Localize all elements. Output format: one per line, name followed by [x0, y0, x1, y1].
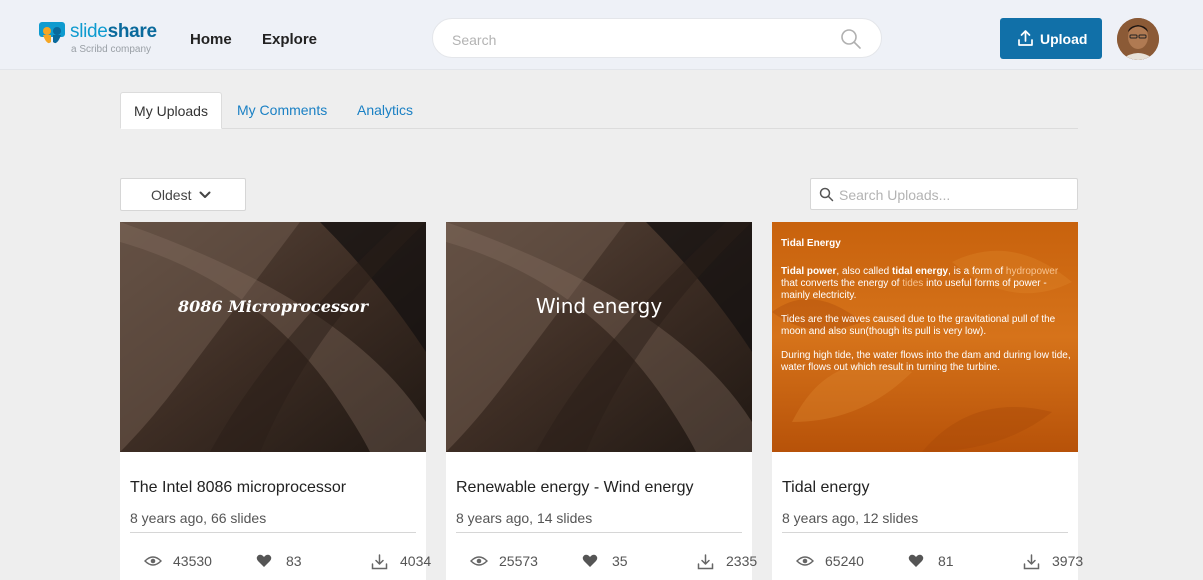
card-meta: 8 years ago, 14 slides [456, 510, 593, 526]
likes-count: 81 [938, 553, 954, 569]
slide-paragraph: Tides are the waves caused due to the gr… [781, 314, 1056, 337]
slide-background-image [446, 222, 752, 452]
user-avatar[interactable] [1117, 18, 1159, 60]
eye-icon [144, 556, 162, 566]
upload-card[interactable]: Tidal Energy Tidal power, also called ti… [772, 222, 1083, 580]
search-uploads-input[interactable]: Search Uploads... [810, 178, 1078, 210]
card-thumbnail[interactable]: Wind energy [446, 222, 752, 452]
card-title[interactable]: The Intel 8086 microprocessor [130, 479, 346, 497]
upload-icon [1018, 30, 1033, 46]
sort-dropdown[interactable]: Oldest [120, 178, 246, 211]
downloads-count: 4034 [400, 553, 432, 569]
eye-icon [796, 556, 814, 566]
card-divider [130, 532, 416, 533]
tab-my-comments[interactable]: My Comments [237, 92, 327, 129]
views-count: 25573 [499, 553, 538, 569]
search-icon[interactable] [839, 27, 863, 51]
nav-home-link[interactable]: Home [190, 31, 232, 48]
logo-tagline: a Scribd company [71, 44, 152, 55]
heart-icon [582, 554, 598, 567]
user-avatar-image [1117, 18, 1159, 60]
slide-title-text: Wind energy [535, 294, 663, 318]
heart-icon [256, 554, 272, 567]
slide-background-image [120, 222, 426, 452]
heart-icon [908, 554, 924, 567]
slideshare-logo-icon [39, 22, 65, 44]
downloads-count: 3973 [1052, 553, 1084, 569]
tab-analytics[interactable]: Analytics [357, 92, 413, 129]
likes-count: 35 [612, 553, 628, 569]
upload-button[interactable]: Upload [1000, 18, 1102, 59]
card-title[interactable]: Tidal energy [782, 479, 869, 497]
views-count: 65240 [825, 553, 864, 569]
views-count: 43530 [173, 553, 212, 569]
download-icon [371, 554, 388, 570]
slideshare-logo[interactable]: slideshare a Scribd company [38, 15, 168, 55]
card-title[interactable]: Renewable energy - Wind energy [456, 479, 693, 497]
chevron-down-icon [199, 191, 211, 198]
logo-wordmark: slideshare [70, 21, 157, 42]
likes-count: 83 [286, 553, 302, 569]
slide-title-text: 8086 Microprocessor [177, 297, 369, 316]
sort-selected-label: Oldest [151, 187, 192, 203]
card-thumbnail[interactable]: Tidal Energy Tidal power, also called ti… [772, 222, 1078, 452]
search-uploads-placeholder: Search Uploads... [839, 187, 951, 203]
search-icon [819, 187, 834, 202]
slide-text: Tidal Energy Tidal power, also called ti… [781, 238, 1073, 386]
slide-paragraph: Tidal power, also called tidal energy, i… [781, 266, 1059, 301]
slide-paragraph: During high tide, the water flows into t… [781, 350, 1071, 373]
upload-card[interactable]: Wind energy Renewable energy - Wind ener… [446, 222, 757, 580]
card-thumbnail[interactable]: 8086 Microprocessor [120, 222, 426, 452]
card-divider [456, 532, 742, 533]
eye-icon [470, 556, 488, 566]
tab-my-uploads[interactable]: My Uploads [120, 92, 222, 129]
download-icon [1023, 554, 1040, 570]
card-meta: 8 years ago, 66 slides [130, 510, 267, 526]
downloads-count: 2335 [726, 553, 758, 569]
upload-card[interactable]: 8086 Microprocessor The Intel 8086 micro… [120, 222, 431, 580]
nav-explore-link[interactable]: Explore [262, 31, 317, 48]
card-meta: 8 years ago, 12 slides [782, 510, 919, 526]
search-input[interactable]: Search [432, 18, 882, 58]
search-placeholder: Search [452, 32, 497, 48]
top-header: slideshare a Scribd company Home Explore… [0, 0, 1203, 70]
card-divider [782, 532, 1068, 533]
download-icon [697, 554, 714, 570]
upload-label: Upload [1040, 31, 1088, 47]
slide-heading: Tidal Energy [781, 238, 841, 249]
